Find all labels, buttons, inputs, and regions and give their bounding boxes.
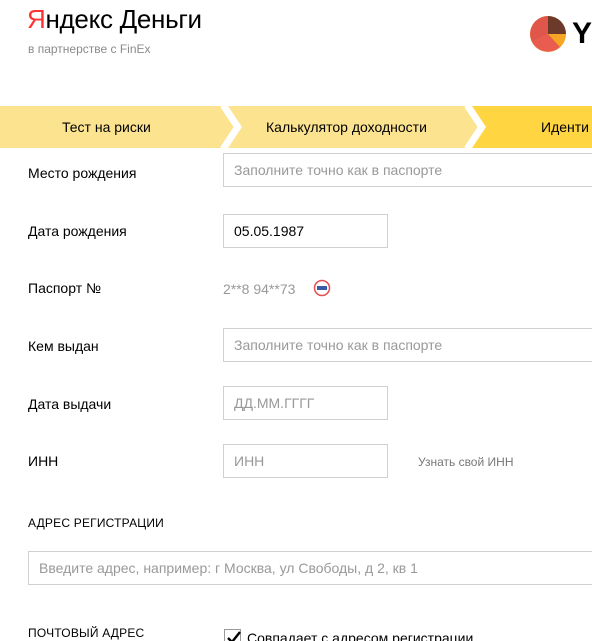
checkmark-icon [227,631,241,641]
issue-date-input[interactable] [223,386,388,420]
registration-address-input[interactable] [28,551,592,585]
birthdate-input[interactable] [223,214,388,248]
brand-logo-icon [530,16,566,52]
step-yield-calculator[interactable]: Калькулятор доходности [266,119,427,135]
header: Яндекс Деньги в партнерстве с FinEx Y [0,0,592,88]
step-risk-test[interactable]: Тест на риски [62,119,151,135]
partner-text: в партнерстве с FinEx [28,42,151,56]
passport-label: Паспорт № [28,280,102,296]
birthplace-label: Место рождения [28,165,137,181]
same-address-checkbox[interactable] [224,629,241,641]
postal-address-title: ПОЧТОВЫЙ АДРЕС [28,626,145,640]
passport-verified-icon [313,279,331,297]
inn-input[interactable] [223,444,388,478]
find-inn-link[interactable]: Узнать свой ИНН [418,455,513,469]
issued-by-label: Кем выдан [28,338,99,354]
issued-by-input[interactable] [223,328,592,362]
identification-form: Место рождения Дата рождения Паспорт № 2… [0,148,592,641]
same-address-label[interactable]: Совпадает с адресом регистрации [247,630,473,641]
yandex-money-logo[interactable]: Яндекс Деньги [27,4,202,35]
birthdate-label: Дата рождения [28,223,127,239]
registration-address-title: АДРЕС РЕГИСТРАЦИИ [28,516,164,530]
passport-number: 2**8 94**73 [223,281,296,297]
logo-text: ндекс Деньги [45,4,202,34]
logo-ya: Я [27,4,46,34]
step-identification[interactable]: Иденти [541,119,589,135]
birthplace-input[interactable] [223,153,592,187]
brand-letter: Y [572,17,592,50]
progress-steps: Тест на риски Калькулятор доходности Иде… [0,106,592,148]
inn-label: ИНН [28,453,59,469]
issue-date-label: Дата выдачи [28,396,112,412]
